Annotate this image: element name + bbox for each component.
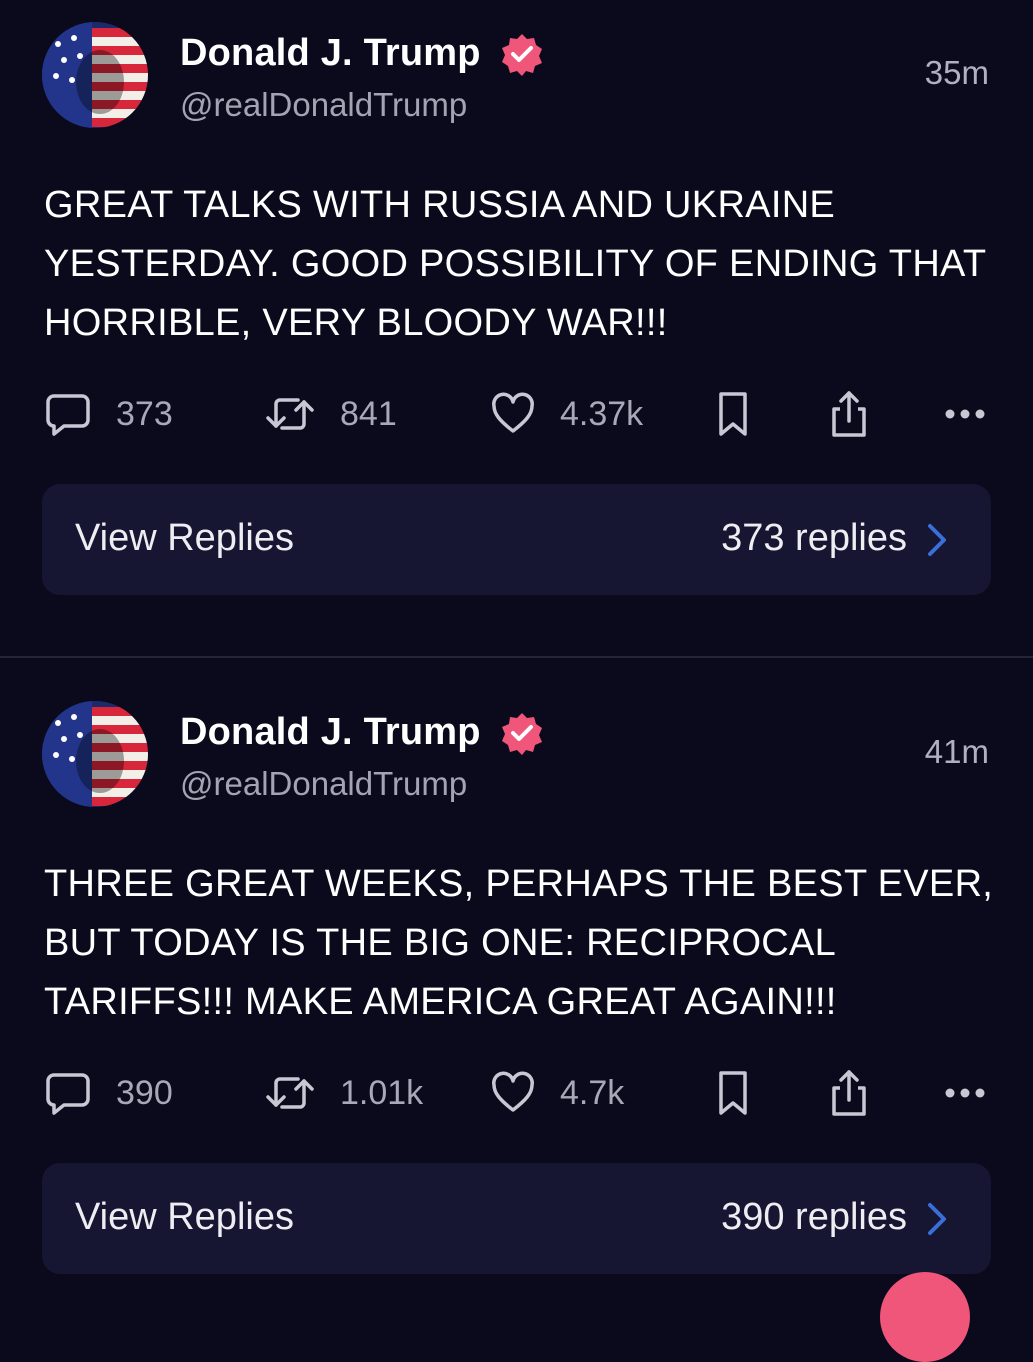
post-actions: 373 841 4.37k [0, 384, 1033, 444]
bookmark-icon [719, 1071, 747, 1115]
repost-count: 841 [340, 394, 397, 433]
more-button[interactable] [944, 384, 986, 444]
more-button[interactable] [944, 1063, 986, 1123]
view-replies-label: View Replies [75, 517, 294, 559]
share-icon [832, 1070, 866, 1116]
post-1[interactable]: Donald J. Trump @realDonaldTrump 35m GRE… [0, 0, 1033, 656]
share-button[interactable] [828, 384, 870, 444]
author-name[interactable]: Donald J. Trump [180, 711, 481, 754]
post-actions: 390 1.01k 4.7k [0, 1063, 1033, 1123]
post-text: THREE GREAT WEEKS, PERHAPS THE BEST EVER… [44, 863, 994, 1023]
post-2[interactable]: Donald J. Trump @realDonaldTrump 41m THR… [0, 679, 1033, 1280]
share-button[interactable] [828, 1063, 870, 1123]
reply-icon [46, 394, 90, 436]
repost-count: 1.01k [340, 1073, 424, 1112]
view-replies-label: View Replies [75, 1196, 294, 1238]
view-replies-button[interactable]: View Replies 390 replies [42, 1163, 991, 1274]
reply-count: 373 [116, 394, 173, 433]
repost-icon [266, 1077, 314, 1109]
author-name[interactable]: Donald J. Trump [180, 32, 481, 75]
like-button[interactable]: 4.7k [490, 1063, 624, 1123]
author-handle[interactable]: @realDonaldTrump [180, 765, 467, 803]
repost-button[interactable]: 841 [264, 384, 397, 444]
verified-badge-icon [502, 713, 542, 755]
more-icon [945, 409, 985, 419]
compose-fab[interactable] [880, 1272, 970, 1362]
bookmark-icon [719, 392, 747, 436]
verified-badge-icon [502, 34, 542, 76]
chevron-right-icon [928, 1203, 946, 1235]
replies-count-label: 373 replies [721, 517, 907, 559]
post-text: GREAT TALKS WITH RUSSIA AND UKRAINE YEST… [44, 184, 986, 344]
author-avatar[interactable] [42, 701, 148, 807]
like-button[interactable]: 4.37k [490, 384, 643, 444]
heart-icon [492, 1071, 534, 1112]
repost-button[interactable]: 1.01k [264, 1063, 423, 1123]
post-timestamp: 41m [924, 733, 989, 770]
bookmark-button[interactable] [716, 384, 750, 444]
author-handle[interactable]: @realDonaldTrump [180, 86, 467, 124]
post-divider [0, 656, 1033, 658]
chevron-right-icon [928, 524, 946, 556]
reply-button[interactable]: 390 [44, 1063, 173, 1123]
like-count: 4.7k [560, 1073, 625, 1112]
replies-count-label: 390 replies [721, 1196, 907, 1238]
reply-button[interactable]: 373 [44, 384, 173, 444]
repost-icon [266, 398, 314, 430]
post-timestamp: 35m [924, 54, 989, 91]
view-replies-button[interactable]: View Replies 373 replies [42, 484, 991, 595]
share-icon [832, 391, 866, 437]
reply-count: 390 [116, 1073, 173, 1112]
reply-icon [46, 1073, 90, 1115]
more-icon [945, 1088, 985, 1098]
bookmark-button[interactable] [716, 1063, 750, 1123]
like-count: 4.37k [560, 394, 644, 433]
heart-icon [492, 392, 534, 433]
author-avatar[interactable] [42, 22, 148, 128]
